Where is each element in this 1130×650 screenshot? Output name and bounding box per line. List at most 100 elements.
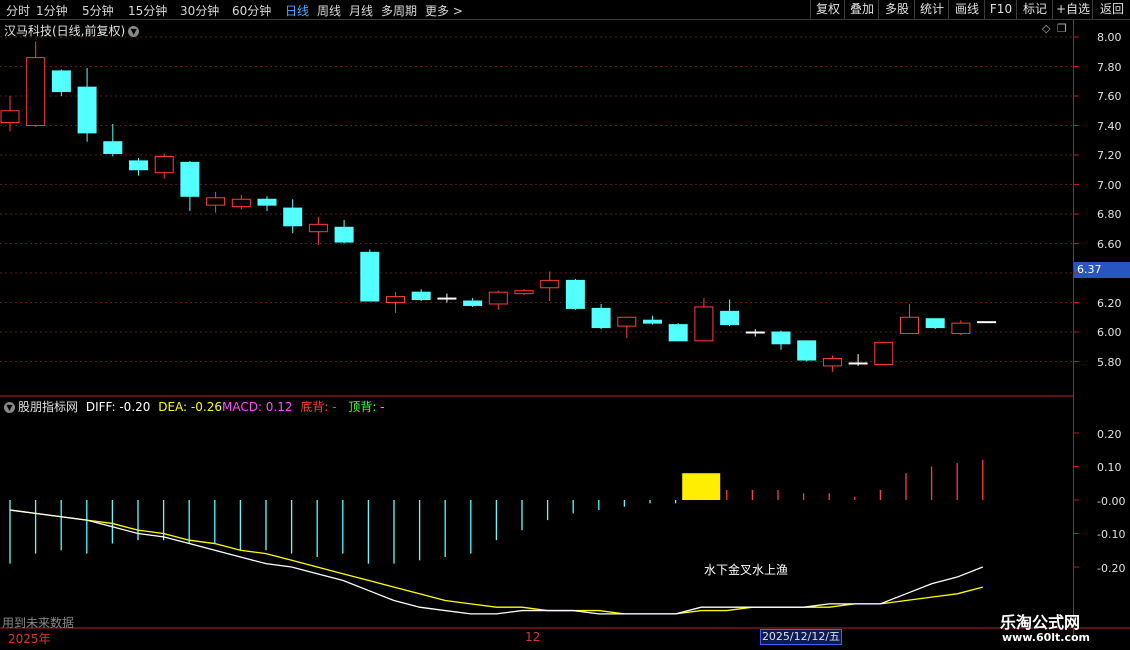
month-label: 12 xyxy=(525,630,541,644)
candle-body-down xyxy=(360,251,380,302)
candle-body-down xyxy=(51,70,71,93)
restore-window-icon[interactable]: ❐ xyxy=(1057,22,1067,35)
candle-body-up xyxy=(26,57,46,126)
candle-body-up xyxy=(386,296,405,304)
macd-tick: 0.20 xyxy=(1097,428,1122,441)
price-axis-line xyxy=(1073,20,1074,640)
price-tick: 6.60 xyxy=(1097,238,1122,251)
macd-tick: -0.10 xyxy=(1097,528,1126,541)
macd-tick: -0.20 xyxy=(1097,562,1126,575)
candle-body-up xyxy=(488,291,508,305)
period-more[interactable]: 更多 > xyxy=(425,2,463,19)
stats-button[interactable]: 统计 xyxy=(914,0,949,19)
candle-body-down xyxy=(411,291,431,301)
cursor-date: 2025/12/12/五 xyxy=(760,629,842,645)
indicator-name[interactable]: 股朋指标网 xyxy=(18,400,78,414)
macd-tick: -0.00 xyxy=(1097,495,1126,508)
candle-body-down xyxy=(591,307,611,329)
price-tick: 7.00 xyxy=(1097,179,1122,192)
candle-body-down xyxy=(720,310,740,326)
price-tick: 7.20 xyxy=(1097,149,1122,162)
draw-line-button[interactable]: 画线 xyxy=(948,0,985,19)
add-watchlist-button[interactable]: +自选 xyxy=(1052,0,1093,19)
dea-value: DEA: -0.26 xyxy=(158,400,222,414)
period-15min[interactable]: 15分钟 xyxy=(128,2,167,19)
chevron-down-icon[interactable]: ▼ xyxy=(128,26,140,37)
candle-body-up xyxy=(231,198,251,208)
price-tick: 6.80 xyxy=(1097,208,1122,221)
candle-body-down xyxy=(283,207,303,227)
period-1min[interactable]: 1分钟 xyxy=(36,2,68,19)
price-tick: 6.20 xyxy=(1097,297,1122,310)
period-30min[interactable]: 30分钟 xyxy=(180,2,219,19)
restore-rights-button[interactable]: 复权 xyxy=(810,0,845,19)
candle-body-down xyxy=(848,362,868,365)
candle-body-down xyxy=(77,86,97,134)
period-weekly[interactable]: 周线 xyxy=(317,2,341,19)
candle-body-down xyxy=(771,331,791,345)
candle-body-up xyxy=(617,316,637,327)
bottom-divergence: 底背: - xyxy=(300,400,337,414)
diamond-icon[interactable]: ◇ xyxy=(1042,22,1050,35)
f10-button[interactable]: F10 xyxy=(984,0,1017,19)
period-daily[interactable]: 日线 xyxy=(285,2,309,19)
dea-line xyxy=(9,509,983,615)
candle-body-up xyxy=(514,290,534,295)
period-5min[interactable]: 5分钟 xyxy=(82,2,114,19)
candle-body-down xyxy=(437,297,457,300)
candle-body-down xyxy=(463,300,483,306)
candle-body-down xyxy=(129,160,148,171)
candle-body-up xyxy=(694,306,714,342)
period-monthly[interactable]: 月线 xyxy=(349,2,373,19)
mark-button[interactable]: 标记 xyxy=(1016,0,1053,19)
multi-stock-button[interactable]: 多股 xyxy=(878,0,915,19)
stock-title-text: 汉马科技(日线,前复权) xyxy=(4,24,126,38)
top-divergence: 顶背: - xyxy=(348,400,385,414)
candle-body-down xyxy=(257,198,277,206)
candle-body-down xyxy=(180,161,200,197)
kline-chart xyxy=(0,36,1130,629)
price-tick: 5.80 xyxy=(1097,356,1122,369)
candle-body-up xyxy=(822,358,842,367)
candle-body-down xyxy=(643,319,662,324)
macd-highlight-bar xyxy=(682,473,721,500)
year-label: 2025年 xyxy=(8,632,51,646)
price-tick: 7.80 xyxy=(1097,61,1122,74)
watermark-url: www.60lt.com xyxy=(1002,631,1091,644)
candle-body-up xyxy=(951,322,971,334)
price-tick: 7.60 xyxy=(1097,90,1122,103)
diff-line xyxy=(9,509,984,615)
future-data-label: 用到未来数据 xyxy=(2,616,75,630)
stock-title[interactable]: 汉马科技(日线,前复权) ▼ xyxy=(4,22,140,39)
period-intraday[interactable]: 分时 xyxy=(6,2,30,19)
candle-body-up xyxy=(540,279,560,289)
candle-body-down xyxy=(103,141,123,155)
candle-body-down xyxy=(977,321,997,324)
chevron-down-icon[interactable]: ▼ xyxy=(4,402,15,413)
price-tick: 8.00 xyxy=(1097,31,1122,44)
candle-body-up xyxy=(308,223,328,233)
period-multi[interactable]: 多周期 xyxy=(381,2,417,19)
period-toolbar: 分时 1分钟 5分钟 15分钟 30分钟 60分钟 日线 周线 月线 多周期 更… xyxy=(0,0,1130,20)
cross-annotation: 水下金叉水上渔 xyxy=(704,563,789,577)
diff-value: DIFF: -0.20 xyxy=(85,400,151,414)
overlay-button[interactable]: 叠加 xyxy=(844,0,879,19)
macd-tick: 0.10 xyxy=(1097,461,1122,474)
candle-body-up xyxy=(900,316,919,334)
candle-body-down xyxy=(565,279,585,309)
candle-body-down xyxy=(745,331,765,334)
candle-body-down xyxy=(925,318,945,329)
candle-body-up xyxy=(206,197,226,206)
candle-body-down xyxy=(668,324,688,342)
period-60min[interactable]: 60分钟 xyxy=(232,2,271,19)
candle-body-up xyxy=(0,110,20,124)
price-tick: 6.00 xyxy=(1097,326,1122,339)
watermark-title: 乐淘公式网 xyxy=(1000,613,1081,632)
macd-value: MACD: 0.12 xyxy=(221,400,293,414)
candle-body-up xyxy=(874,341,894,365)
current-price-tag: 6.37 xyxy=(1074,262,1130,278)
price-tick: 7.40 xyxy=(1097,120,1122,133)
candle-body-up xyxy=(154,155,174,174)
candle-body-down xyxy=(797,340,817,361)
back-button[interactable]: 返回 xyxy=(1092,0,1130,19)
